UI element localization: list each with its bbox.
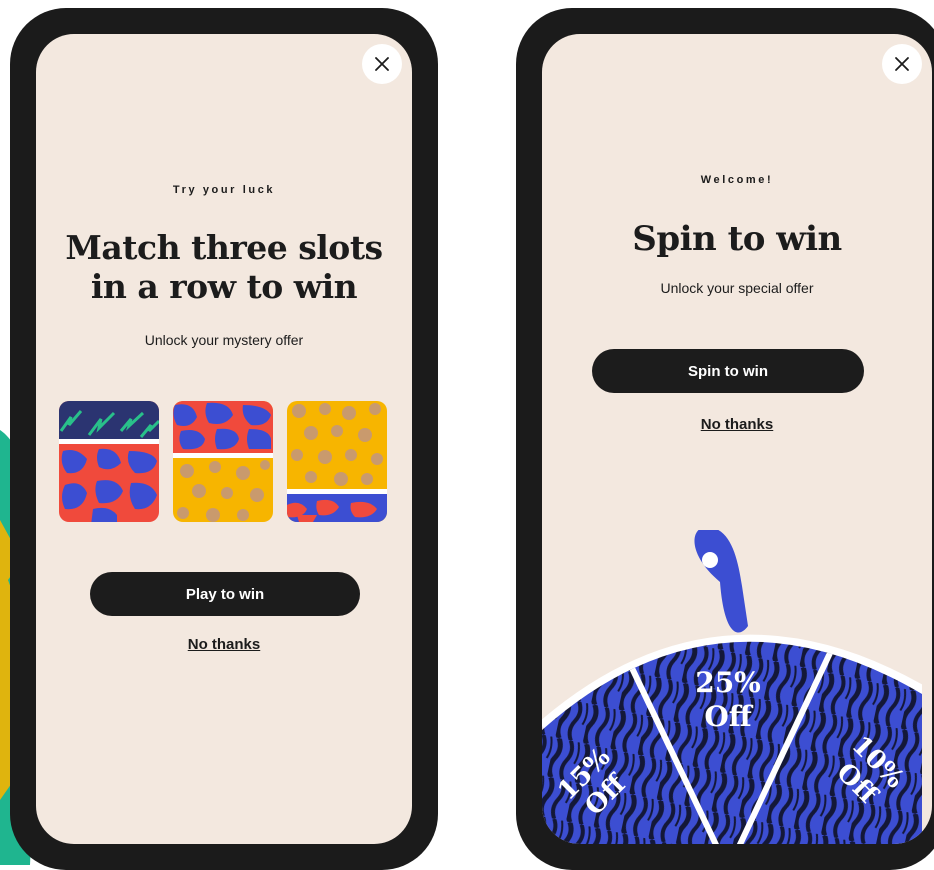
play-to-win-button[interactable]: Play to win <box>90 572 360 616</box>
slot-reel-1 <box>59 401 159 522</box>
segment-25-amount: 25% <box>695 666 761 699</box>
prize-wheel: 15% Off 25% Off 10% Off <box>542 530 922 844</box>
subtitle: Unlock your mystery offer <box>144 332 304 348</box>
phone-frame-left: Try your luck Match three slots in a row… <box>10 8 438 870</box>
wheel-segment-25: 25% Off <box>695 666 761 733</box>
close-icon <box>895 57 909 71</box>
eyebrow-text: Try your luck <box>172 184 276 196</box>
no-thanks-link[interactable]: No thanks <box>36 636 412 653</box>
slots-popup: Try your luck Match three slots in a row… <box>36 34 412 844</box>
close-button[interactable] <box>882 44 922 84</box>
slot-reel-2 <box>173 401 273 522</box>
spin-to-win-button[interactable]: Spin to win <box>592 349 864 393</box>
close-icon <box>375 57 389 71</box>
headline: Spin to win <box>632 219 842 259</box>
close-button[interactable] <box>362 44 402 84</box>
headline: Match three slots in a row to win <box>36 228 412 306</box>
no-thanks-link[interactable]: No thanks <box>542 416 932 433</box>
segment-25-label: Off <box>704 700 753 733</box>
headline-line-1: Match three slots <box>65 228 383 267</box>
phone-frame-right: Welcome! Spin to win Unlock your special… <box>516 8 934 870</box>
eyebrow-text: Welcome! <box>700 174 774 186</box>
wheel-pointer <box>694 530 748 633</box>
subtitle: Unlock your special offer <box>660 280 814 296</box>
headline-line-2: in a row to win <box>90 267 358 306</box>
spin-popup: Welcome! Spin to win Unlock your special… <box>542 34 932 844</box>
slot-reel-3 <box>287 401 387 522</box>
